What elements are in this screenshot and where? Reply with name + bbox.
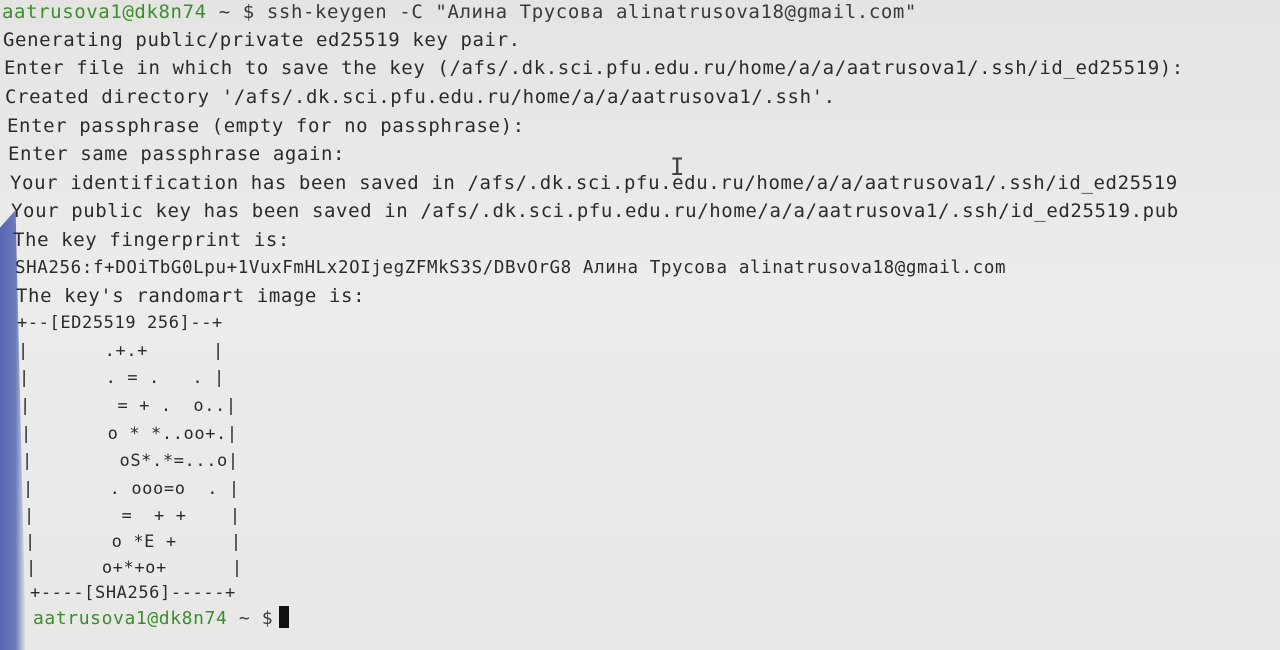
randomart-line: | .+.+ |	[18, 341, 224, 361]
randomart-line: +----[SHA256]-----+	[30, 583, 236, 603]
randomart-line: +--[ED25519 256]--+	[17, 313, 223, 333]
prompt-symbol: ~ $	[227, 608, 274, 629]
randomart-line: | o+*+o+ |	[26, 558, 243, 578]
output-line: The key's randomart image is:	[16, 285, 366, 307]
terminal-window[interactable]: aatrusova1@dk8n74 ~ $ ssh-keygen -C "Али…	[0, 0, 1280, 650]
randomart-line: | . = . . |	[19, 368, 225, 388]
randomart-line: | = + . o..|	[20, 396, 237, 416]
output-line: Your identification has been saved in /a…	[10, 172, 1178, 194]
fingerprint-line: SHA256:f+DOiTbG0Lpu+1VuxFmHLx2OIjegZFMkS…	[15, 258, 1007, 278]
randomart-line: | . ooo=o . |	[23, 479, 240, 499]
prompt-user: aatrusova1@dk8n74	[33, 608, 228, 629]
command-text: ~ $ ssh-keygen -C "Алина Трусова alinatr…	[206, 1, 917, 23]
randomart-line: | o *E + |	[25, 532, 242, 552]
randomart-line: | oS*.*=...o|	[22, 451, 239, 471]
output-line: Enter same passphrase again:	[8, 143, 346, 165]
command-line: aatrusova1@dk8n74 ~ $ ssh-keygen -C "Али…	[2, 0, 917, 25]
randomart-line: | = + + |	[24, 506, 241, 526]
randomart-line: | o * *..oo+.|	[21, 424, 238, 444]
output-line: Created directory '/afs/.dk.sci.pfu.edu.…	[5, 86, 836, 108]
output-line: Your public key has been saved in /afs/.…	[11, 200, 1179, 222]
current-prompt[interactable]: aatrusova1@dk8n74 ~ $	[33, 606, 290, 632]
output-line: Enter passphrase (empty for no passphras…	[7, 115, 525, 137]
prompt-user: aatrusova1@dk8n74	[2, 1, 207, 23]
output-line: Enter file in which to save the key (/af…	[4, 57, 1184, 79]
output-line: Generating public/private ed25519 key pa…	[3, 29, 521, 51]
ibeam-cursor-icon: I	[670, 153, 685, 181]
text-cursor	[279, 606, 290, 628]
output-line: The key fingerprint is:	[13, 229, 290, 251]
